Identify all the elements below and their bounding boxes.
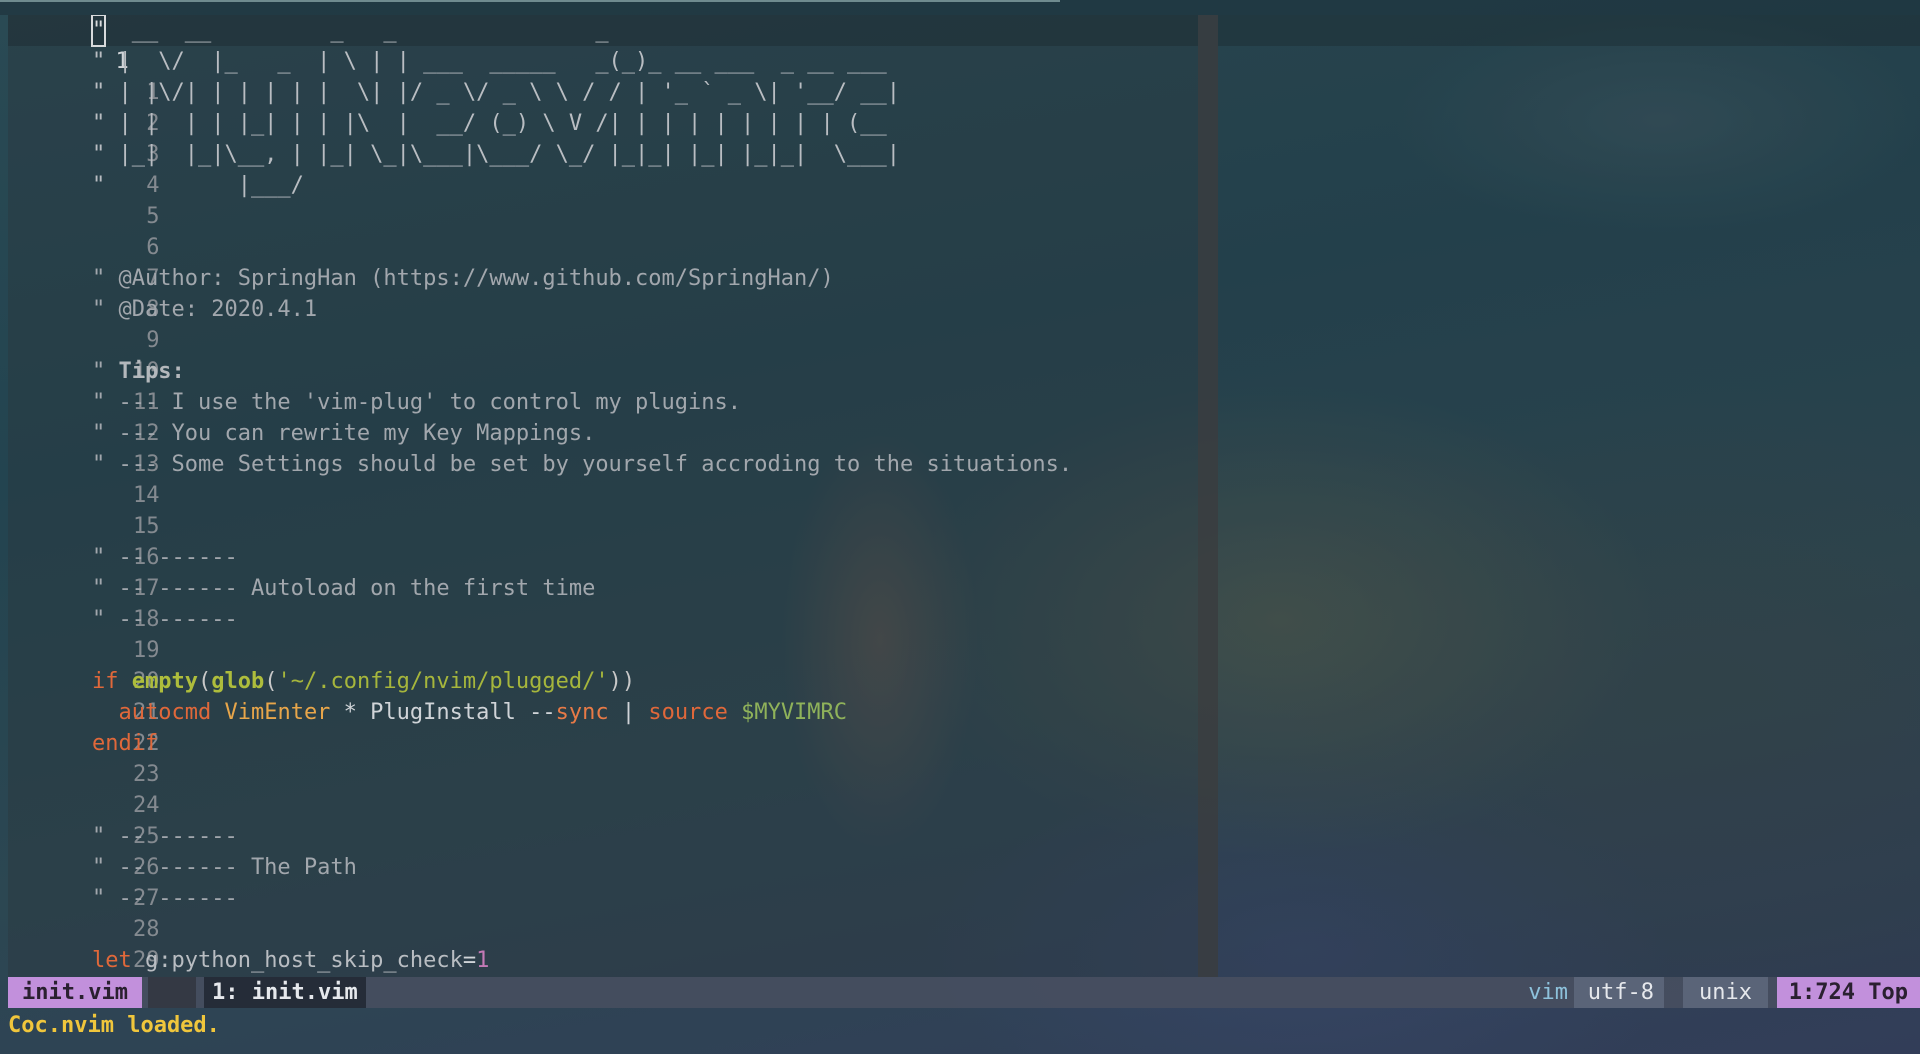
operator: = <box>462 948 477 973</box>
pipe-separator: | <box>608 700 649 725</box>
comment-text: " <box>92 359 119 384</box>
cursor-line-highlight <box>1218 15 1920 46</box>
ascii-art-line: " | | | | |_| | | |\ | __/ (_) \ V /| | … <box>92 111 887 136</box>
keyword-endif: endif <box>92 731 159 756</box>
option-sync: sync <box>555 700 609 725</box>
code-line[interactable]: 22 autocmd VimEnter * PlugInstall --sync… <box>8 697 848 756</box>
code-line[interactable]: 16 <box>8 511 160 570</box>
code-line[interactable]: 10 <box>8 325 160 384</box>
code-line[interactable]: 11 " Tips: <box>8 356 185 415</box>
code-line[interactable]: 28 " -- ------ <box>8 883 238 942</box>
keyword-autocmd: autocmd <box>118 700 212 725</box>
code-line[interactable]: 3 " | | | | |_| | | |\ | __/ (_) \ V /| … <box>8 108 887 167</box>
editor-pane-left[interactable]: 1 " __ __ _ _ _ 1 " | \/ |_ _ | \ | | __… <box>8 15 1198 977</box>
terminal-top-strip <box>0 0 1920 15</box>
paren: )) <box>608 669 636 694</box>
code-line[interactable]: 14 " --- Some Settings should be set by … <box>8 449 1072 508</box>
top-accent-bar <box>0 0 1060 2</box>
comment-text: " --- Some Settings should be set by you… <box>92 452 1073 477</box>
comment-text: " --- You can rewrite my Key Mappings. <box>92 421 596 446</box>
code-line[interactable]: 12 " --- I use the 'vim-plug' to control… <box>8 387 741 446</box>
comment-text: " -- ------ <box>92 824 238 849</box>
code-line[interactable]: 24 <box>8 759 160 818</box>
code-line[interactable]: 5 " |___/ <box>8 170 304 229</box>
code-line[interactable]: 17 " -- ------ <box>8 542 238 601</box>
statusline-fileformat: unix <box>1683 977 1768 1008</box>
statusline-buffer-tab[interactable]: 1: init.vim <box>204 977 366 1008</box>
comment-bold-text: Tips: <box>118 359 185 384</box>
code-line[interactable]: 1 " | \/ |_ _ | \ | | ___ _____ _(_)_ __… <box>8 46 887 105</box>
code-line[interactable]: 7 <box>8 232 159 291</box>
function-empty: empty <box>131 669 198 694</box>
keyword-source: source <box>648 700 728 725</box>
vertical-split-separator[interactable] <box>1198 15 1218 977</box>
code-line[interactable]: 9 " @Date: 2020.4.1 <box>8 294 317 353</box>
statusline-encoding: utf-8 <box>1573 977 1664 1008</box>
number-literal: 1 <box>476 948 490 973</box>
code-line[interactable]: 20 <box>8 635 160 694</box>
keyword-let: let <box>92 948 132 973</box>
comment-text: " -- ------ <box>92 545 238 570</box>
comment-text: " --- I use the 'vim-plug' to control my… <box>92 390 742 415</box>
statusline-position: 1:724 Top <box>1776 977 1920 1008</box>
ascii-art-top: __ __ _ _ _ <box>105 18 609 43</box>
paren: ( <box>197 669 212 694</box>
comment-text: " -- ------ The Path <box>92 855 357 880</box>
code-line[interactable]: 25 <box>8 790 160 849</box>
neovim-editor[interactable]: 1 " __ __ _ _ _ 1 " | \/ |_ _ | \ | | __… <box>8 15 1920 977</box>
comment-text: " @Author: SpringHan (https://www.github… <box>92 266 834 291</box>
function-glob: glob <box>211 669 265 694</box>
ascii-art-line: " |___/ <box>92 173 304 198</box>
code-line[interactable]: 27 " -- ------ The Path <box>8 852 357 911</box>
env-variable: $MYVIMRC <box>741 700 848 725</box>
string-literal: '~/.config/nvim/plugged/' <box>277 669 609 694</box>
code-line[interactable]: 21 if empty(glob('~/.config/nvim/plugged… <box>8 666 635 725</box>
statusline-filetype: vim <box>1528 980 1568 1005</box>
comment-text: " @Date: 2020.4.1 <box>92 297 318 322</box>
event-name: VimEnter <box>224 700 331 725</box>
code-line[interactable]: 13 " --- You can rewrite my Key Mappings… <box>8 418 595 477</box>
code-line[interactable]: 4 " |_| |_|\__, | |_| \_|\___|\___/ \_/ … <box>8 139 900 198</box>
code-line[interactable]: 30 let g:python_host_skip_check=1 <box>8 945 489 976</box>
statusline-file: init.vim <box>8 977 142 1008</box>
editor-pane-right[interactable] <box>1218 15 1920 977</box>
ascii-art-line: " |_| |_|\__, | |_| \_|\___|\___/ \_/ |_… <box>92 142 900 167</box>
code-line[interactable]: 26 " -- ------ <box>8 821 238 880</box>
code-line[interactable]: 18 " -- ------ Autoload on the first tim… <box>8 573 595 632</box>
code-line[interactable]: 8 " @Author: SpringHan (https://www.gith… <box>8 263 834 322</box>
statusline-gap <box>148 977 196 1008</box>
comment-text: " -- ------ Autoload on the first time <box>92 576 596 601</box>
status-line: init.vim 1: init.vim vim utf-8 unix 1:72… <box>8 977 1920 1008</box>
comment-text: " -- ------ <box>92 607 238 632</box>
code-line[interactable]: 29 <box>8 914 160 973</box>
comment-text: " -- ------ <box>92 886 238 911</box>
code-line[interactable]: 15 <box>8 480 160 539</box>
command-line-message[interactable]: Coc.nvim loaded. <box>8 1010 220 1041</box>
code-line[interactable]: 1 " __ __ _ _ _ <box>8 15 609 74</box>
paren: ( <box>264 669 278 694</box>
code-line[interactable]: 19 " -- ------ <box>8 604 238 663</box>
variable-name: g:python_host_skip_check <box>145 948 463 973</box>
code-line[interactable]: 23 endif <box>8 728 159 787</box>
text-cursor: " <box>90 15 107 47</box>
keyword-if: if <box>92 669 119 694</box>
ascii-art-line: " | |\/| | | | | | \| |/ _ \/ _ \ \ / / … <box>92 80 900 105</box>
ascii-art-line: " | \/ |_ _ | \ | | ___ _____ _(_)_ __ _… <box>92 49 887 74</box>
code-line[interactable]: 2 " | |\/| | | | | | \| |/ _ \/ _ \ \ / … <box>8 77 900 136</box>
code-line[interactable]: 6 <box>8 201 159 260</box>
command-text: * PlugInstall -- <box>330 700 556 725</box>
